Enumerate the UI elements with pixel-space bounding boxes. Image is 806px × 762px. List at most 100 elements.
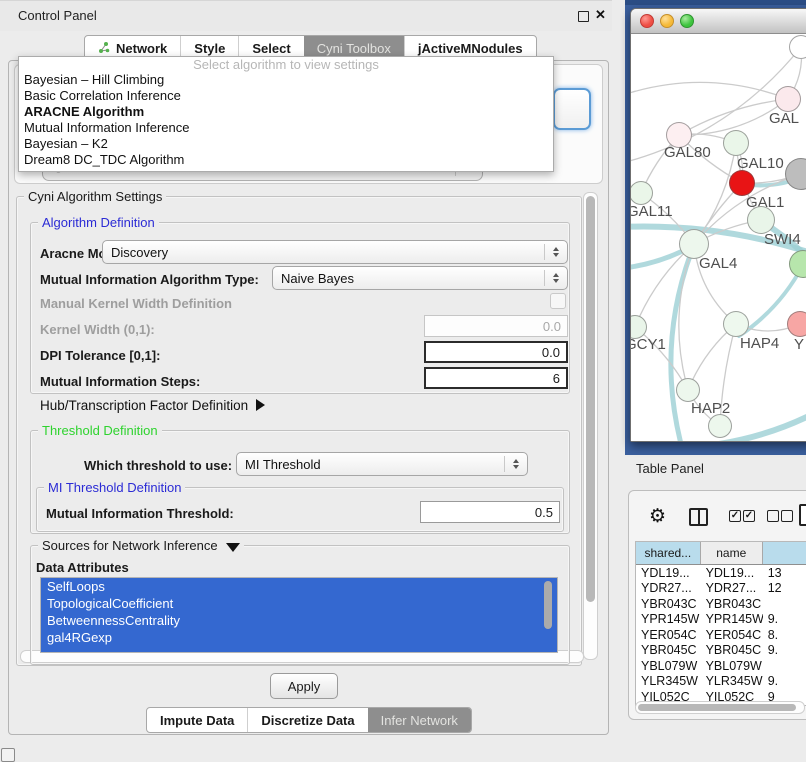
node-label-y: Y (794, 336, 804, 353)
table-cell: YER054C (701, 627, 763, 643)
table-row[interactable]: YBL079WYBL079W (636, 658, 806, 674)
dock-icon[interactable] (1, 748, 15, 762)
node-attribute-table[interactable]: shared...name YDL19...YDL19...13YDR27...… (635, 541, 806, 706)
document-icon[interactable] (799, 504, 806, 526)
algorithm-definition-title: Algorithm Definition (38, 215, 159, 230)
control-panel-title: Control Panel (18, 8, 97, 23)
network-node[interactable] (708, 414, 732, 438)
table-cell: 9. (763, 643, 806, 659)
tab-label: Cyni Toolbox (317, 41, 391, 56)
mi-steps-field[interactable]: 6 (424, 367, 568, 389)
attribute-item-betweennesscentrality[interactable]: BetweennessCentrality (41, 612, 557, 629)
right-region: GALGAL80GAL10GAL1GAL11SWI4GAL4GCY1HAP4YH… (620, 0, 806, 762)
algorithm-dropdown-popup: Select algorithm to view settings Bayesi… (18, 56, 554, 172)
hub-definition-toggle[interactable]: Hub/Transcription Factor Definition (40, 398, 265, 413)
node-label-hap4: HAP4 (740, 335, 779, 352)
network-node-gal10[interactable] (723, 130, 749, 156)
control-panel-titlebar: Control Panel ✕ (0, 0, 612, 31)
table-row[interactable]: YBR045CYBR045C9. (636, 643, 806, 659)
mi-threshold-field[interactable]: 0.5 (420, 501, 560, 523)
mi-threshold-value: 0.5 (535, 505, 553, 520)
table-cell: YPR145W (701, 612, 763, 628)
network-node-hap2[interactable] (676, 378, 700, 402)
settings-vertical-scrollbar[interactable] (583, 192, 598, 660)
which-threshold-combo[interactable]: MI Threshold (236, 452, 528, 476)
table-cell: YDR27... (701, 581, 763, 597)
table-cell: YBL079W (701, 658, 763, 674)
network-icon (98, 42, 110, 54)
table-row[interactable]: YDL19...YDL19...13 (636, 565, 806, 581)
algorithm-list: Bayesian – Hill ClimbingBasic Correlatio… (19, 72, 553, 168)
gear-icon[interactable]: ⚙ (649, 507, 666, 526)
network-node-swi4[interactable] (747, 206, 775, 234)
node-label-gal4: GAL4 (699, 255, 737, 272)
table-row[interactable]: YBR043CYBR043C (636, 596, 806, 612)
algorithm-item-bayesian-hill-climbing[interactable]: Bayesian – Hill Climbing (19, 72, 553, 88)
network-node-gal[interactable] (775, 86, 801, 112)
tab-label: Select (252, 41, 290, 56)
table-row[interactable]: YDR27...YDR27...12 (636, 581, 806, 597)
tab-infer-network[interactable]: Infer Network (368, 708, 471, 732)
table-cell: 12 (763, 581, 806, 597)
mi-algorithm-type-combo[interactable]: Naive Bayes (272, 266, 568, 290)
table-row[interactable]: YER054CYER054C8. (636, 627, 806, 643)
column-header-name[interactable]: name (701, 542, 763, 564)
aracne-mode-combo[interactable]: Discovery (102, 240, 568, 264)
algorithm-item-mutual-information-inference[interactable]: Mutual Information Inference (19, 120, 553, 136)
table-row[interactable]: YPR145WYPR145W9. (636, 612, 806, 628)
minimize-traffic-light-icon[interactable] (660, 14, 674, 28)
tab-label: Style (194, 41, 225, 56)
column-header-shared[interactable]: shared... (636, 542, 701, 564)
table-cell: YDR27... (636, 581, 701, 597)
network-window-titlebar[interactable] (631, 9, 806, 34)
apply-button[interactable]: Apply (270, 673, 338, 699)
table-cell: YPR145W (636, 612, 701, 628)
tab-impute-data[interactable]: Impute Data (147, 708, 247, 732)
tab-discretize-data[interactable]: Discretize Data (247, 708, 367, 732)
zoom-traffic-light-icon[interactable] (680, 14, 694, 28)
data-attributes-list[interactable]: SelfLoopsTopologicalCoefficientBetweenne… (40, 577, 558, 653)
table-cell: 8. (763, 627, 806, 643)
attribute-item-topologicalcoefficient[interactable]: TopologicalCoefficient (41, 595, 557, 612)
network-canvas[interactable]: GALGAL80GAL10GAL1GAL11SWI4GAL4GCY1HAP4YH… (631, 34, 806, 441)
network-node-hap4[interactable] (723, 311, 749, 337)
algorithm-item-dream8-dc-tdc-algorithm[interactable]: Dream8 DC_TDC Algorithm (19, 152, 553, 168)
unchecked-checkbox-icon[interactable] (781, 510, 793, 522)
close-traffic-light-icon[interactable] (640, 14, 654, 28)
attributes-list-scrollbar-thumb[interactable] (544, 581, 552, 629)
table-horizontal-scrollbar-thumb[interactable] (638, 704, 796, 711)
sources-group-title[interactable]: Sources for Network Inference (38, 538, 244, 553)
node-label-gal11: GAL11 (631, 203, 673, 220)
attribute-item-selfloops[interactable]: SelfLoops (41, 578, 557, 595)
attribute-item-gal4rgexp[interactable]: gal4RGexp (41, 629, 557, 646)
network-node[interactable] (789, 35, 806, 59)
checked-checkbox-icon[interactable]: ✓ (729, 510, 741, 522)
float-panel-icon[interactable] (578, 11, 589, 22)
focused-combo-fragment[interactable] (553, 88, 591, 130)
checked-checkbox-icon[interactable]: ✓ (743, 510, 755, 522)
mi-steps-value: 6 (553, 371, 560, 386)
algorithm-item-basic-correlation-inference[interactable]: Basic Correlation Inference (19, 88, 553, 104)
cyni-algorithm-settings-title: Cyni Algorithm Settings (24, 189, 166, 204)
manual-kernel-checkbox[interactable] (550, 293, 566, 309)
network-node-gal1[interactable] (729, 170, 755, 196)
split-columns-icon[interactable] (689, 508, 708, 526)
algorithm-item-aracne-algorithm[interactable]: ARACNE Algorithm (19, 104, 553, 120)
table-header-row: shared...name (636, 542, 806, 565)
close-icon[interactable]: ✕ (595, 7, 606, 23)
column-header-clipped[interactable] (763, 542, 806, 564)
dpi-tolerance-field[interactable]: 0.0 (424, 341, 568, 363)
unchecked-checkbox-icon[interactable] (767, 510, 779, 522)
network-node-y[interactable] (787, 311, 806, 337)
desktop-top-strip (625, 0, 806, 5)
network-view-window[interactable]: GALGAL80GAL10GAL1GAL11SWI4GAL4GCY1HAP4YH… (630, 8, 806, 442)
kernel-width-field[interactable]: 0.0 (424, 315, 568, 337)
table-horizontal-scrollbar[interactable] (635, 701, 805, 714)
mi-algorithm-type-label: Mutual Information Algorithm Type: (40, 272, 259, 287)
algorithm-item-bayesian-k2[interactable]: Bayesian – K2 (19, 136, 553, 152)
aracne-mode-value: Discovery (111, 245, 168, 260)
table-cell: 9. (763, 674, 806, 690)
settings-vertical-scrollbar-thumb[interactable] (586, 196, 595, 602)
sources-group-label: Sources for Network Inference (42, 538, 218, 553)
table-row[interactable]: YLR345WYLR345W9. (636, 674, 806, 690)
